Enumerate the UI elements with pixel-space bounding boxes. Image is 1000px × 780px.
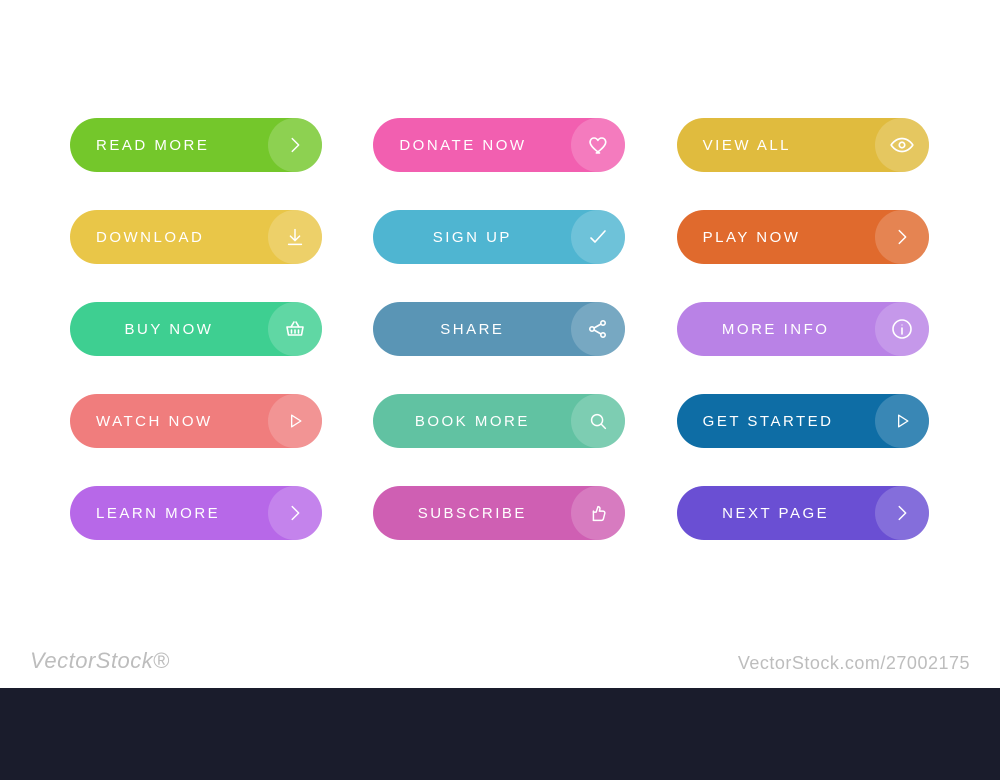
button-label: GET STARTED bbox=[703, 413, 834, 430]
read-more-button[interactable]: READ MORE bbox=[70, 118, 322, 172]
button-label: PLAY NOW bbox=[703, 229, 801, 246]
donate-now-button[interactable]: DONATE NOW bbox=[373, 118, 625, 172]
button-label: LEARN MORE bbox=[96, 505, 220, 522]
button-label: SHARE bbox=[440, 321, 504, 338]
chevron-right-icon bbox=[268, 486, 322, 540]
chevron-right-icon bbox=[268, 118, 322, 172]
download-button[interactable]: DOWNLOAD bbox=[70, 210, 322, 264]
image-attribution: VectorStock.com/27002175 bbox=[738, 653, 970, 674]
button-label: VIEW ALL bbox=[703, 137, 791, 154]
play-icon bbox=[268, 394, 322, 448]
button-label: MORE INFO bbox=[722, 321, 830, 338]
buy-now-button[interactable]: BUY NOW bbox=[70, 302, 322, 356]
eye-icon bbox=[875, 118, 929, 172]
heart-icon bbox=[571, 118, 625, 172]
button-label: SUBSCRIBE bbox=[418, 505, 527, 522]
footer-bar bbox=[0, 688, 1000, 780]
chevron-right-icon bbox=[875, 486, 929, 540]
sign-up-button[interactable]: SIGN UP bbox=[373, 210, 625, 264]
vectorstock-watermark: VectorStock® bbox=[30, 648, 170, 674]
play-now-button[interactable]: PLAY NOW bbox=[677, 210, 929, 264]
button-label: SIGN UP bbox=[433, 229, 512, 246]
share-icon bbox=[571, 302, 625, 356]
button-label: BOOK MORE bbox=[415, 413, 530, 430]
button-label: READ MORE bbox=[96, 137, 209, 154]
download-icon bbox=[268, 210, 322, 264]
next-page-button[interactable]: NEXT PAGE bbox=[677, 486, 929, 540]
basket-icon bbox=[268, 302, 322, 356]
button-label: DOWNLOAD bbox=[96, 229, 204, 246]
play-icon bbox=[875, 394, 929, 448]
view-all-button[interactable]: VIEW ALL bbox=[677, 118, 929, 172]
subscribe-button[interactable]: SUBSCRIBE bbox=[373, 486, 625, 540]
share-button[interactable]: SHARE bbox=[373, 302, 625, 356]
check-icon bbox=[571, 210, 625, 264]
info-icon bbox=[875, 302, 929, 356]
search-icon bbox=[571, 394, 625, 448]
button-label: NEXT PAGE bbox=[722, 505, 829, 522]
learn-more-button[interactable]: LEARN MORE bbox=[70, 486, 322, 540]
book-more-button[interactable]: BOOK MORE bbox=[373, 394, 625, 448]
button-label: BUY NOW bbox=[125, 321, 214, 338]
more-info-button[interactable]: MORE INFO bbox=[677, 302, 929, 356]
button-label: DONATE NOW bbox=[399, 137, 526, 154]
chevron-right-icon bbox=[875, 210, 929, 264]
thumbs-up-icon bbox=[571, 486, 625, 540]
button-label: WATCH NOW bbox=[96, 413, 213, 430]
get-started-button[interactable]: GET STARTED bbox=[677, 394, 929, 448]
watch-now-button[interactable]: WATCH NOW bbox=[70, 394, 322, 448]
